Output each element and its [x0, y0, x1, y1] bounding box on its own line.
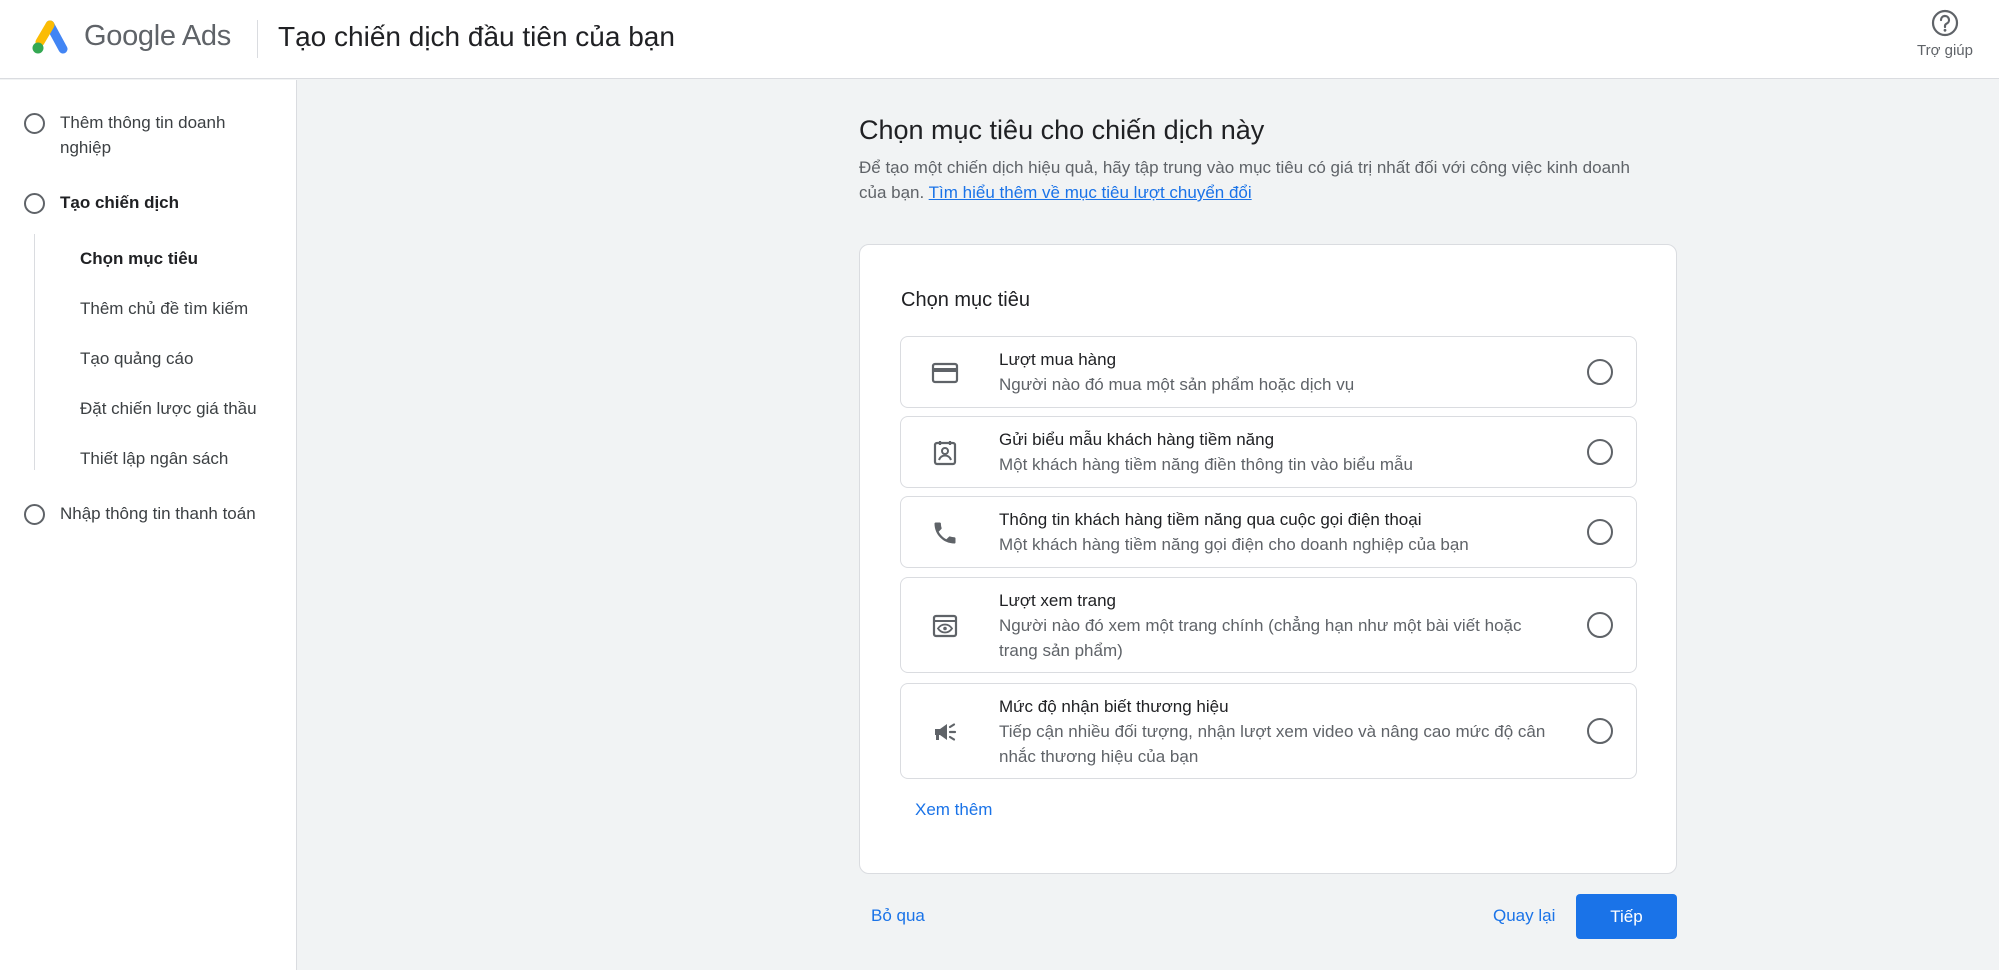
page-view-icon	[932, 614, 958, 638]
goal-option-page-views[interactable]: Lượt xem trang Người nào đó xem một tran…	[900, 577, 1637, 673]
top-header: Google Ads Tạo chiến dịch đầu tiên của b…	[0, 0, 1999, 79]
progress-sidebar: Thêm thông tin doanh nghiệp Tạo chiến dị…	[0, 80, 297, 970]
google-ads-logo-icon	[32, 20, 68, 54]
goal-radio[interactable]	[1587, 718, 1613, 744]
help-icon	[1931, 9, 1959, 37]
step-circle-icon	[24, 504, 45, 525]
goal-radio[interactable]	[1587, 439, 1613, 465]
goal-radio[interactable]	[1587, 612, 1613, 638]
back-button[interactable]: Quay lại	[1493, 906, 1555, 926]
substep-bidding[interactable]: Đặt chiến lược giá thầu	[80, 399, 257, 419]
learn-more-link[interactable]: Tìm hiểu thêm về mục tiêu lượt chuyển đổ…	[929, 183, 1252, 202]
step-business-info[interactable]: Thêm thông tin doanh nghiệp	[24, 110, 274, 160]
card-title: Chọn mục tiêu	[901, 289, 1030, 311]
option-text: Mức độ nhận biết thương hiệu Tiếp cận nh…	[999, 695, 1559, 769]
substep-budget[interactable]: Thiết lập ngân sách	[80, 449, 228, 469]
option-title: Lượt xem trang	[999, 591, 1117, 610]
option-text: Lượt mua hàng Người nào đó mua một sản p…	[999, 348, 1559, 397]
substep-choose-goal[interactable]: Chọn mục tiêu	[80, 249, 198, 269]
step-label: Tạo chiến dịch	[60, 193, 180, 212]
goal-option-lead-form[interactable]: Gửi biểu mẫu khách hàng tiềm năng Một kh…	[900, 416, 1637, 488]
goal-radio[interactable]	[1587, 359, 1613, 385]
step-circle-icon	[24, 193, 45, 214]
goal-option-purchases[interactable]: Lượt mua hàng Người nào đó mua một sản p…	[900, 336, 1637, 408]
section-description: Để tạo một chiến dịch hiệu quả, hãy tập …	[859, 155, 1649, 205]
help-button[interactable]: Trợ giúp	[1905, 6, 1985, 66]
option-text: Lượt xem trang Người nào đó xem một tran…	[999, 589, 1559, 663]
megaphone-icon	[935, 723, 957, 741]
option-title: Thông tin khách hàng tiềm năng qua cuộc …	[999, 510, 1422, 529]
skip-button[interactable]: Bỏ qua	[871, 906, 925, 926]
section-title: Chọn mục tiêu cho chiến dịch này	[859, 115, 1265, 145]
step-circle-icon	[24, 113, 45, 134]
option-description: Một khách hàng tiềm năng điền thông tin …	[999, 455, 1413, 474]
substep-connector	[34, 234, 35, 470]
option-description: Tiếp cận nhiều đối tượng, nhận lượt xem …	[999, 722, 1546, 766]
goal-radio[interactable]	[1587, 519, 1613, 545]
substep-search-themes[interactable]: Thêm chủ đề tìm kiếm	[80, 299, 248, 319]
goal-option-brand-awareness[interactable]: Mức độ nhận biết thương hiệu Tiếp cận nh…	[900, 683, 1637, 779]
option-title: Mức độ nhận biết thương hiệu	[999, 697, 1229, 716]
phone-icon	[934, 522, 956, 544]
credit-card-icon	[931, 362, 959, 384]
option-text: Thông tin khách hàng tiềm năng qua cuộc …	[999, 508, 1559, 557]
goal-card: Chọn mục tiêu Lượt mua hàng Người nào đó…	[859, 244, 1677, 874]
goal-option-phone-leads[interactable]: Thông tin khách hàng tiềm năng qua cuộc …	[900, 496, 1637, 568]
option-title: Lượt mua hàng	[999, 350, 1117, 369]
header-divider	[257, 20, 258, 58]
step-label: Nhập thông tin thanh toán	[60, 504, 256, 523]
help-label: Trợ giúp	[1917, 42, 1973, 59]
option-text: Gửi biểu mẫu khách hàng tiềm năng Một kh…	[999, 428, 1559, 477]
option-description: Người nào đó mua một sản phẩm hoặc dịch …	[999, 375, 1355, 394]
see-more-link[interactable]: Xem thêm	[915, 800, 992, 820]
option-description: Một khách hàng tiềm năng gọi điện cho do…	[999, 535, 1469, 554]
step-label: Thêm thông tin doanh nghiệp	[60, 113, 226, 157]
option-description: Người nào đó xem một trang chính (chẳng …	[999, 616, 1522, 660]
option-title: Gửi biểu mẫu khách hàng tiềm năng	[999, 430, 1275, 449]
contact-form-icon	[933, 441, 957, 466]
page-title: Tạo chiến dịch đầu tiên của bạn	[278, 21, 675, 52]
substep-create-ad[interactable]: Tạo quảng cáo	[80, 349, 193, 369]
step-billing[interactable]: Nhập thông tin thanh toán	[24, 501, 256, 526]
brand-name: Google Ads	[84, 20, 231, 52]
step-create-campaign[interactable]: Tạo chiến dịch	[24, 190, 179, 215]
next-button[interactable]: Tiếp	[1576, 894, 1677, 939]
